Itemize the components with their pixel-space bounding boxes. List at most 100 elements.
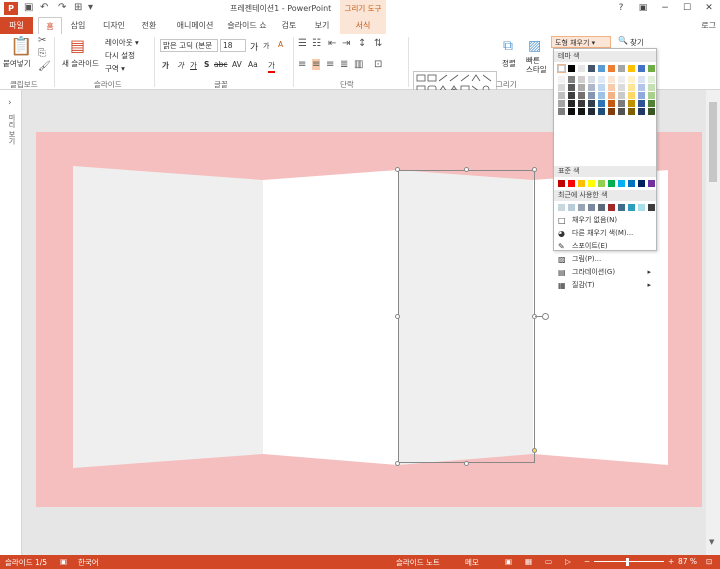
- theme-shade-swatch[interactable]: [608, 100, 615, 107]
- standard-color-swatch[interactable]: [638, 180, 645, 187]
- font-name-field[interactable]: 맑은 고딕 (본문: [160, 39, 218, 52]
- theme-shade-swatch[interactable]: [578, 92, 585, 99]
- theme-shade-swatch[interactable]: [618, 84, 625, 91]
- theme-shade-swatch[interactable]: [608, 92, 615, 99]
- fit-slide-icon[interactable]: ⊡: [706, 557, 712, 566]
- theme-shade-swatch[interactable]: [588, 108, 595, 115]
- recent-color-swatch[interactable]: [628, 204, 635, 211]
- theme-shade-swatch[interactable]: [568, 108, 575, 115]
- spacing-button[interactable]: AV: [232, 60, 242, 69]
- theme-shade-swatch[interactable]: [608, 76, 615, 83]
- theme-shade-swatch[interactable]: [578, 76, 585, 83]
- theme-shade-swatch[interactable]: [598, 76, 605, 83]
- slide-sorter-icon[interactable]: ▦: [525, 557, 532, 566]
- theme-shade-swatch[interactable]: [608, 84, 615, 91]
- tab-slideshow[interactable]: 슬라이드 쇼: [224, 17, 270, 34]
- grow-font-button[interactable]: 가: [250, 40, 258, 53]
- language-indicator[interactable]: 한국어: [78, 557, 99, 568]
- theme-shade-swatch[interactable]: [608, 108, 615, 115]
- comments-button[interactable]: 메모: [465, 557, 479, 568]
- theme-color-swatch[interactable]: [648, 65, 655, 72]
- reading-view-icon[interactable]: ▭: [545, 557, 552, 566]
- italic-button[interactable]: 가: [177, 60, 184, 71]
- recent-color-swatch[interactable]: [618, 204, 625, 211]
- theme-color-swatch[interactable]: [618, 65, 625, 72]
- zoom-level[interactable]: 87 %: [678, 557, 697, 566]
- fill-menu-item[interactable]: □ 채우기 없음(N): [554, 214, 656, 227]
- section-button[interactable]: 구역 ▾: [105, 63, 125, 74]
- recent-color-swatch[interactable]: [648, 204, 655, 211]
- recent-color-swatch[interactable]: [568, 204, 575, 211]
- help-icon[interactable]: ?: [610, 0, 632, 17]
- theme-shade-swatch[interactable]: [638, 92, 645, 99]
- theme-shade-swatch[interactable]: [558, 76, 565, 83]
- shrink-font-button[interactable]: 가: [263, 41, 269, 51]
- line-spacing-icon[interactable]: ↕: [358, 38, 366, 49]
- tab-review[interactable]: 검토: [278, 17, 300, 34]
- resize-handle[interactable]: [395, 314, 400, 319]
- standard-color-swatch[interactable]: [578, 180, 585, 187]
- standard-color-swatch[interactable]: [608, 180, 615, 187]
- tab-animations[interactable]: 애니메이션: [170, 17, 220, 34]
- tab-format[interactable]: 서식: [340, 17, 386, 34]
- copy-icon[interactable]: ⎘: [38, 48, 46, 59]
- bold-button[interactable]: 가: [162, 60, 169, 71]
- font-color-button[interactable]: 가: [268, 60, 275, 73]
- zoom-out-icon[interactable]: −: [584, 557, 590, 566]
- slideshow-from-start-icon[interactable]: ⊞: [74, 2, 82, 13]
- format-painter-icon[interactable]: 🖌: [38, 61, 51, 72]
- align-center-icon[interactable]: ≡: [312, 59, 321, 70]
- fill-menu-item[interactable]: ◕ 다른 채우기 색(M)...: [554, 227, 656, 240]
- theme-shade-swatch[interactable]: [638, 84, 645, 91]
- reset-button[interactable]: 다시 설정: [105, 50, 135, 61]
- new-slide-button[interactable]: 새 슬라이드: [62, 58, 99, 69]
- columns-icon[interactable]: ▥: [354, 59, 363, 70]
- zoom-in-icon[interactable]: +: [668, 557, 674, 566]
- maximize-icon[interactable]: ☐: [676, 0, 698, 17]
- theme-shade-swatch[interactable]: [598, 108, 605, 115]
- theme-shade-swatch[interactable]: [628, 100, 635, 107]
- standard-color-swatch[interactable]: [648, 180, 655, 187]
- theme-shade-swatch[interactable]: [578, 100, 585, 107]
- theme-shade-swatch[interactable]: [628, 108, 635, 115]
- standard-color-swatch[interactable]: [568, 180, 575, 187]
- theme-shade-swatch[interactable]: [648, 108, 655, 115]
- theme-shade-swatch[interactable]: [628, 92, 635, 99]
- theme-shade-swatch[interactable]: [628, 76, 635, 83]
- arrange-button[interactable]: 정렬: [502, 58, 516, 69]
- close-icon[interactable]: ✕: [698, 0, 720, 17]
- bullets-icon[interactable]: ☰: [298, 38, 307, 49]
- resize-handle[interactable]: [464, 167, 469, 172]
- tab-insert[interactable]: 삽입: [64, 17, 92, 34]
- theme-shade-swatch[interactable]: [578, 84, 585, 91]
- theme-color-swatch[interactable]: [608, 65, 615, 72]
- quick-styles-button[interactable]: 빠른 스타일: [526, 56, 547, 74]
- arrange-icon[interactable]: ⧉: [503, 38, 513, 54]
- theme-shade-swatch[interactable]: [558, 84, 565, 91]
- tab-file[interactable]: 파일: [0, 17, 33, 34]
- text-direction-icon[interactable]: ⇅: [374, 38, 382, 49]
- theme-shade-swatch[interactable]: [558, 100, 565, 107]
- fill-menu-item[interactable]: ▦ 질감(T) ▸: [554, 279, 656, 292]
- theme-shade-swatch[interactable]: [618, 100, 625, 107]
- theme-color-swatch[interactable]: [588, 65, 595, 72]
- theme-color-swatch[interactable]: [578, 65, 585, 72]
- theme-shade-swatch[interactable]: [598, 92, 605, 99]
- minimize-icon[interactable]: −: [654, 0, 676, 17]
- save-icon[interactable]: ▣: [24, 2, 33, 13]
- theme-color-swatch[interactable]: [557, 64, 566, 73]
- underline-button[interactable]: 가: [190, 60, 197, 71]
- theme-color-swatch[interactable]: [568, 65, 575, 72]
- theme-shade-swatch[interactable]: [618, 76, 625, 83]
- spellcheck-icon[interactable]: ▣: [60, 557, 67, 566]
- standard-color-swatch[interactable]: [618, 180, 625, 187]
- normal-view-icon[interactable]: ▣: [505, 557, 512, 566]
- align-left-icon[interactable]: ≡: [298, 59, 306, 70]
- new-slide-icon[interactable]: ▤: [70, 36, 85, 55]
- adjust-handle[interactable]: [532, 448, 537, 453]
- theme-shade-swatch[interactable]: [588, 76, 595, 83]
- theme-shade-swatch[interactable]: [648, 76, 655, 83]
- thumbnail-pane[interactable]: › 미리 보기: [0, 90, 22, 555]
- recent-color-swatch[interactable]: [558, 204, 565, 211]
- expand-pane-icon[interactable]: ›: [8, 98, 12, 108]
